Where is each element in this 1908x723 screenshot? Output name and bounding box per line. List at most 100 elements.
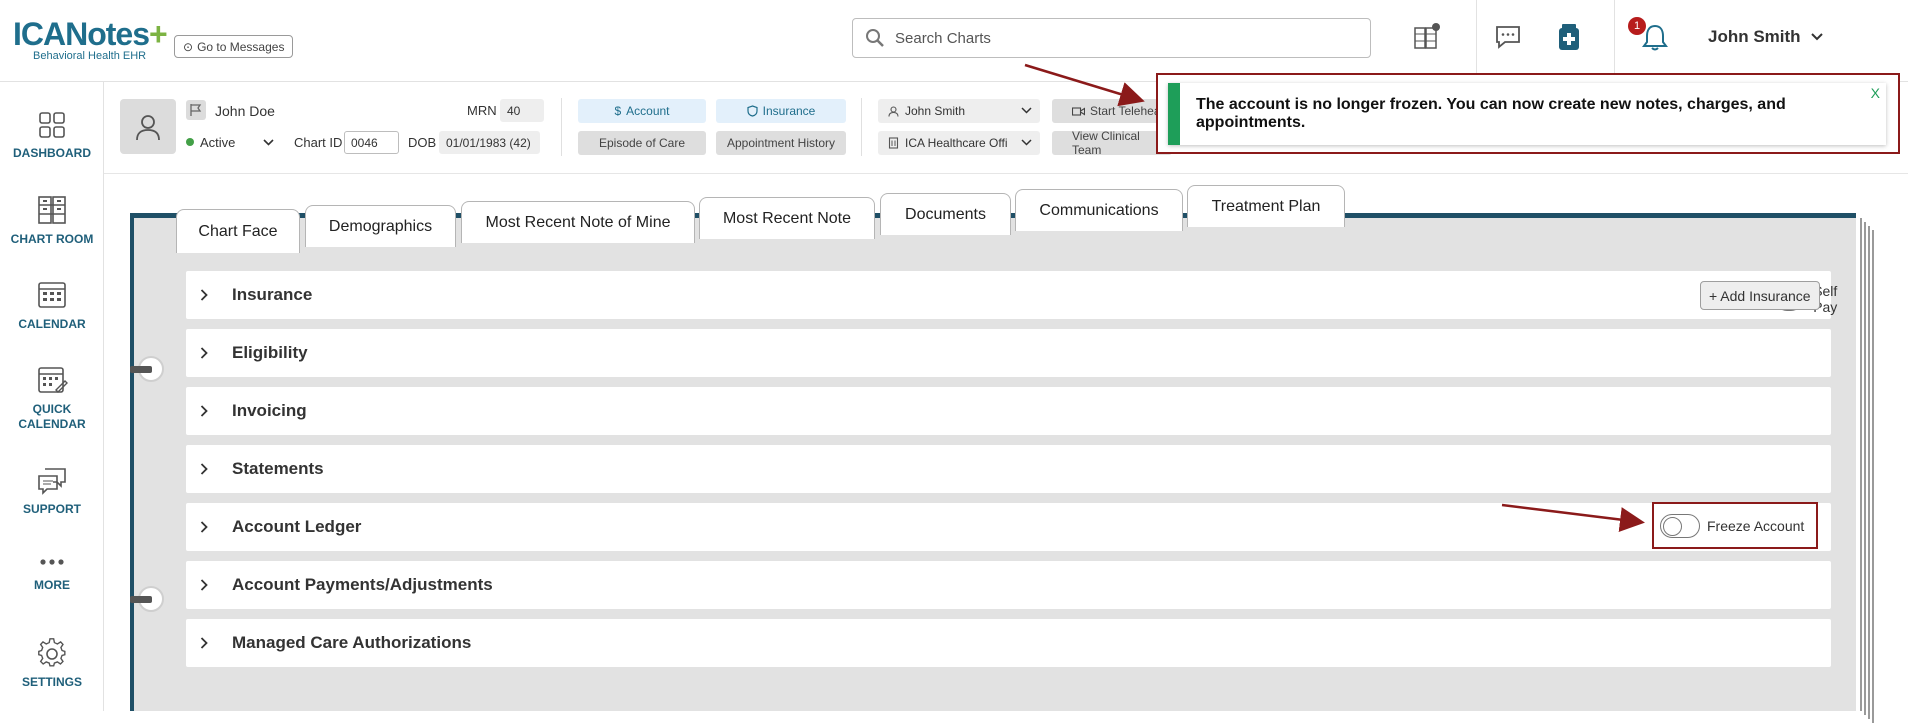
arrow-circle-icon: ⊙ xyxy=(183,39,194,54)
chart-id-field[interactable]: 0046 xyxy=(344,131,399,154)
sidebar-label-dashboard: DASHBOARD xyxy=(13,146,91,160)
gear-icon xyxy=(0,637,104,669)
sidebar-item-calendar[interactable]: CALENDAR xyxy=(0,279,104,332)
dob-label: DOB xyxy=(408,135,437,150)
quick-calendar-icon xyxy=(0,364,104,396)
support-icon xyxy=(0,466,104,496)
freeze-account-toggle[interactable]: Freeze Account xyxy=(1652,502,1818,549)
tab-documents[interactable]: Documents xyxy=(880,193,1011,235)
chevron-down-icon xyxy=(263,138,274,146)
appointment-history-button[interactable]: Appointment History xyxy=(716,131,846,155)
calendar-icon xyxy=(0,279,104,311)
section-title: Managed Care Authorizations xyxy=(232,633,472,652)
sidebar-item-chart-room[interactable]: CHART ROOM xyxy=(0,194,104,247)
go-to-messages-label: Go to Messages xyxy=(197,39,285,54)
chevron-right-icon xyxy=(200,521,222,533)
insurance-button[interactable]: Insurance xyxy=(716,99,846,123)
ica-notes-logo[interactable]: ICANotes+ Behavioral Health EHR xyxy=(13,16,168,62)
sidebar-label-calendar: CALENDAR xyxy=(18,317,86,331)
dollar-icon: $ xyxy=(614,104,622,118)
tab-chart-face[interactable]: Chart Face xyxy=(176,209,300,253)
chevron-right-icon xyxy=(200,637,222,649)
section-eligibility[interactable]: Eligibility xyxy=(186,329,1831,377)
toast-highlight-box: The account is no longer frozen. You can… xyxy=(1156,73,1900,154)
mrn-value: 40 xyxy=(500,99,544,122)
chevron-right-icon xyxy=(200,405,222,417)
chevron-right-icon xyxy=(200,579,222,591)
episode-of-care-button[interactable]: Episode of Care xyxy=(578,131,706,155)
start-telehealth-button[interactable]: Start Telehealt xyxy=(1052,99,1172,123)
search-input[interactable] xyxy=(895,29,1335,47)
location-value: ICA Healthcare Offi xyxy=(905,136,1008,150)
user-menu[interactable]: John Smith xyxy=(1708,27,1823,47)
section-managed-care-authorizations[interactable]: Managed Care Authorizations xyxy=(186,619,1831,667)
chart-room-icon xyxy=(0,194,104,226)
user-icon xyxy=(888,105,899,117)
shield-icon xyxy=(747,105,758,117)
sidebar-item-support[interactable]: SUPPORT xyxy=(0,466,104,517)
dob-value: 01/01/1983 (42) xyxy=(439,131,540,154)
tab-most-recent-note-of-mine[interactable]: Most Recent Note of Mine xyxy=(461,201,695,243)
chat-icon[interactable] xyxy=(1490,18,1526,56)
logo-text: ICANotes xyxy=(13,16,150,52)
tab-most-recent-note[interactable]: Most Recent Note xyxy=(699,197,875,239)
chevron-down-icon xyxy=(1021,107,1032,114)
chart-room-add-icon[interactable] xyxy=(1408,18,1444,56)
patient-name: John Doe xyxy=(215,103,275,119)
view-clinical-team-button[interactable]: View Clinical Team xyxy=(1052,129,1172,157)
notification-badge: 1 xyxy=(1628,17,1646,35)
patient-avatar[interactable] xyxy=(120,99,176,154)
video-camera-icon xyxy=(1072,106,1085,116)
account-button[interactable]: $ Account xyxy=(578,99,706,123)
person-icon xyxy=(136,114,160,140)
close-icon[interactable]: X xyxy=(1871,85,1880,101)
section-account-payments-adjustments[interactable]: Account Payments/Adjustments xyxy=(186,561,1831,609)
tab-communications[interactable]: Communications xyxy=(1015,189,1183,231)
section-title: Account Ledger xyxy=(232,517,362,536)
provider-select[interactable]: John Smith xyxy=(878,99,1040,123)
user-name: John Smith xyxy=(1708,27,1801,46)
left-sidebar: DASHBOARD CHART ROOM CALENDAR QUICK CALE… xyxy=(0,82,104,711)
add-insurance-button[interactable]: + Add Insurance xyxy=(1700,281,1820,310)
search-charts-box[interactable] xyxy=(852,18,1371,58)
toggle-switch[interactable] xyxy=(1660,513,1700,538)
toast-message: The account is no longer frozen. You can… xyxy=(1196,96,1786,131)
binder-ring-clip xyxy=(130,596,152,603)
section-title: Insurance xyxy=(232,285,313,304)
sidebar-item-settings[interactable]: SETTINGS xyxy=(0,637,104,690)
account-label: Account xyxy=(626,104,670,118)
more-icon xyxy=(0,552,104,572)
binder-ring-clip xyxy=(130,366,152,373)
chevron-right-icon xyxy=(200,463,222,475)
tab-treatment-plan[interactable]: Treatment Plan xyxy=(1187,185,1345,227)
search-icon xyxy=(866,29,884,47)
section-title: Invoicing xyxy=(232,401,307,420)
flag-button[interactable] xyxy=(186,100,206,120)
go-to-messages-button[interactable]: ⊙ Go to Messages xyxy=(174,35,294,58)
freeze-account-label: Freeze Account xyxy=(1707,517,1805,534)
chevron-down-icon xyxy=(1021,139,1032,146)
dashboard-icon xyxy=(0,110,104,140)
location-select[interactable]: ICA Healthcare Offi xyxy=(878,131,1040,155)
sidebar-item-more[interactable]: MORE xyxy=(0,552,104,593)
flag-icon xyxy=(190,104,202,116)
top-bar: ICANotes+ Behavioral Health EHR ⊙ Go to … xyxy=(0,0,1908,82)
status-dot xyxy=(186,138,194,146)
tab-demographics[interactable]: Demographics xyxy=(305,205,456,247)
building-icon xyxy=(888,137,899,149)
sidebar-item-quick-calendar[interactable]: QUICK CALENDAR xyxy=(0,364,104,432)
chevron-down-icon xyxy=(1810,33,1823,41)
chevron-right-icon xyxy=(200,289,222,301)
sidebar-item-dashboard[interactable]: DASHBOARD xyxy=(0,110,104,161)
sidebar-label-quick-calendar: QUICK CALENDAR xyxy=(18,402,86,431)
sidebar-label-more: MORE xyxy=(34,578,70,592)
prescription-icon[interactable] xyxy=(1551,18,1587,56)
section-invoicing[interactable]: Invoicing xyxy=(186,387,1831,435)
status-value: Active xyxy=(200,134,236,150)
status-select[interactable]: Active xyxy=(186,131,286,153)
mrn-label: MRN xyxy=(467,103,497,118)
sidebar-label-support: SUPPORT xyxy=(22,502,81,516)
section-insurance[interactable]: Insurance Self Pay + Add Insurance xyxy=(186,271,1837,319)
section-statements[interactable]: Statements xyxy=(186,445,1831,493)
section-account-ledger[interactable]: Account Ledger xyxy=(186,503,1831,551)
